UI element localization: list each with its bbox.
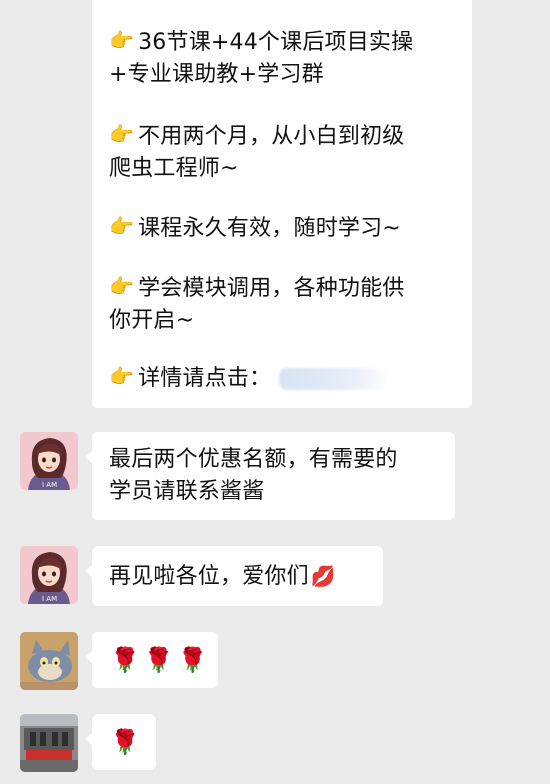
promo-line: 学会模块调用，各种功能供 <box>138 276 405 301</box>
building-avatar-icon <box>20 714 78 772</box>
message-line: 再见啦各位，爱你们 <box>109 564 309 589</box>
svg-text:I AM: I AM <box>42 481 57 489</box>
promo-paragraph-5: 👉 详情请点击： <box>109 362 390 395</box>
rose-emoji-icon: 🌹 <box>110 728 144 756</box>
anime-girl-avatar-icon: I AM <box>20 546 78 604</box>
avatar-building[interactable] <box>20 714 78 772</box>
promo-line: 详情请点击： <box>138 366 272 391</box>
anime-girl-avatar-icon: I AM <box>20 432 78 490</box>
chat-window: 👉 36节课+44个课后项目实操 +专业课助教+学习群 👉 不用两个月，从小白到初级… <box>0 0 550 784</box>
promo-line: 不用两个月，从小白到初级 <box>138 124 405 149</box>
promo-line: 课程永久有效，随时学习~ <box>138 216 401 241</box>
promo-line: 爬虫工程师~ <box>109 156 239 181</box>
promo-paragraph-1: 👉 36节课+44个课后项目实操 +专业课助教+学习群 <box>109 26 413 91</box>
message-bubble-course-promo[interactable]: 👉 36节课+44个课后项目实操 +专业课助教+学习群 👉 不用两个月，从小白到初级… <box>92 0 472 408</box>
svg-text:I AM: I AM <box>42 595 57 603</box>
redacted-link[interactable] <box>279 368 390 390</box>
promo-line: 36节课+44个课后项目实操 <box>138 30 414 55</box>
tom-cat-avatar-icon <box>20 632 78 690</box>
message-bubble-goodbye[interactable]: 再见啦各位，爱你们 💋 <box>85 546 383 606</box>
avatar-anime-girl[interactable]: I AM <box>20 546 78 604</box>
pointing-hand-icon: 👉 <box>109 214 135 238</box>
rose-emoji-icon: 🌹🌹🌹 <box>110 646 212 674</box>
avatar-tom-cat[interactable] <box>20 632 78 690</box>
promo-paragraph-2: 👉 不用两个月，从小白到初级 爬虫工程师~ <box>109 120 405 185</box>
pointing-hand-icon: 👉 <box>109 28 135 52</box>
message-text: 再见啦各位，爱你们 💋 <box>109 560 336 593</box>
promo-paragraph-3: 👉 课程永久有效，随时学习~ <box>109 212 401 245</box>
message-bubble-rose[interactable]: 🌹 <box>85 714 156 770</box>
message-bubble-discount-slots[interactable]: 最后两个优惠名额，有需要的 学员请联系酱酱 <box>85 432 455 520</box>
promo-line: 你开启~ <box>109 308 195 333</box>
message-text: 最后两个优惠名额，有需要的 学员请联系酱酱 <box>109 444 398 508</box>
pointing-hand-icon: 👉 <box>109 122 135 146</box>
promo-line: +专业课助教+学习群 <box>109 62 324 87</box>
message-bubble-roses[interactable]: 🌹🌹🌹 <box>85 632 218 688</box>
pointing-hand-icon: 👉 <box>109 274 135 298</box>
message-line: 最后两个优惠名额，有需要的 <box>109 447 398 472</box>
pointing-hand-icon: 👉 <box>109 364 135 388</box>
lips-emoji-icon: 💋 <box>310 564 336 588</box>
message-line: 学员请联系酱酱 <box>109 479 265 504</box>
promo-paragraph-4: 👉 学会模块调用，各种功能供 你开启~ <box>109 272 405 337</box>
avatar-anime-girl[interactable]: I AM <box>20 432 78 490</box>
